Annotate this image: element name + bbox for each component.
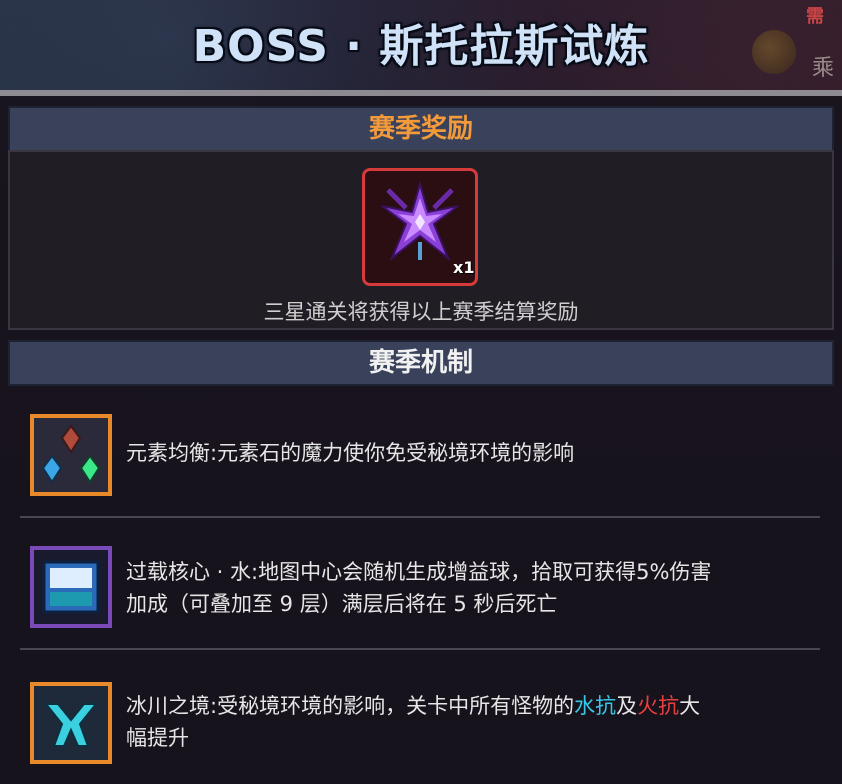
mechanic-1-text: 元素均衡:元素石的魔力使你免受秘境环境的影响 bbox=[126, 441, 575, 465]
mechanics-section-title: 赛季机制 bbox=[8, 340, 834, 386]
purple-star-shard-icon bbox=[381, 180, 459, 262]
row-divider bbox=[20, 516, 820, 518]
mechanic-2-line-2: 加成（可叠加至 9 层）满层后将在 5 秒后死亡 bbox=[126, 592, 558, 616]
reward-description: 三星通关将获得以上赛季结算奖励 bbox=[263, 300, 579, 324]
top-right-label: 需 bbox=[806, 6, 824, 27]
top-right-label-2: 乘 bbox=[812, 56, 835, 81]
mechanic-2-line-1: 过载核心 · 水:地图中心会随机生成增益球，拾取可获得5%伤害 bbox=[126, 560, 712, 584]
coin-icon bbox=[752, 30, 796, 74]
page-title: BOSS · 斯托拉斯试炼 bbox=[192, 21, 650, 72]
mechanic-3-line-2: 幅提升 bbox=[126, 726, 189, 750]
reward-quantity: x1 bbox=[453, 258, 475, 277]
row-divider bbox=[20, 648, 820, 650]
overload-core-water-icon bbox=[30, 546, 112, 628]
water-resist-label: 水抗 bbox=[574, 694, 617, 718]
mechanic-3-text-after: 大 bbox=[679, 694, 701, 718]
elemental-stones-icon bbox=[30, 414, 112, 496]
rewards-section-title: 赛季奖励 bbox=[8, 106, 834, 152]
glacier-realm-icon bbox=[30, 682, 112, 764]
mechanic-3-line-1: 冰川之境:受秘境环境的影响，关卡中所有怪物的水抗及火抗大 bbox=[126, 690, 700, 722]
mechanic-3-text-before: 冰川之境:受秘境环境的影响，关卡中所有怪物的 bbox=[126, 694, 575, 718]
fire-resist-label: 火抗 bbox=[637, 694, 680, 718]
mechanic-3-text-and: 及 bbox=[616, 694, 638, 718]
